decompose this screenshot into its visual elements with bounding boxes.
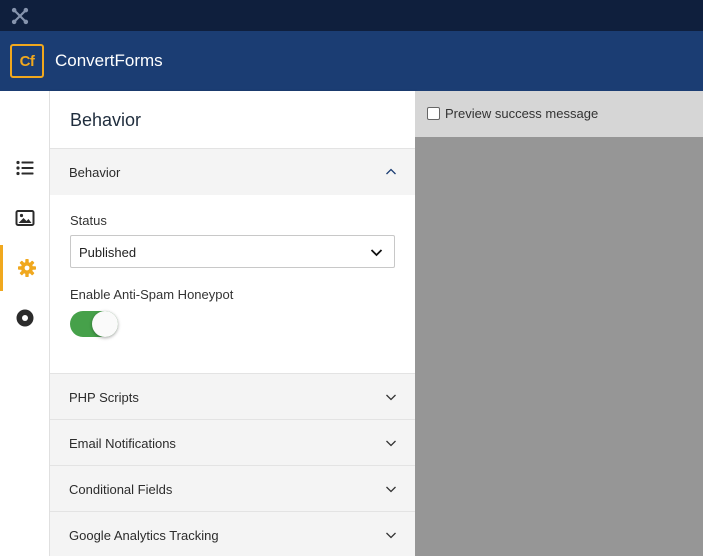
image-icon	[15, 210, 35, 226]
status-value: Published	[79, 245, 137, 260]
section-email-notifications[interactable]: Email Notifications	[50, 420, 415, 466]
chevron-down-icon	[386, 532, 396, 539]
section-conditional-fields[interactable]: Conditional Fields	[50, 466, 415, 512]
joomla-icon[interactable]	[11, 7, 29, 25]
app-header: Cf ConvertForms	[0, 31, 703, 91]
preview-success-label[interactable]: Preview success message	[445, 106, 598, 121]
section-behavior-body: Status Published Enable Anti-Spam Honeyp…	[50, 195, 415, 374]
chevron-down-icon	[386, 394, 396, 401]
section-label: Behavior	[69, 165, 121, 180]
section-google-analytics[interactable]: Google Analytics Tracking	[50, 512, 415, 556]
panel-title: Behavior	[50, 91, 415, 149]
status-select[interactable]: Published	[70, 235, 395, 268]
chevron-up-icon	[386, 168, 396, 175]
sidebar	[0, 91, 50, 556]
top-bar	[0, 0, 703, 31]
section-php-scripts[interactable]: PHP Scripts	[50, 374, 415, 420]
section-label: PHP Scripts	[69, 390, 139, 405]
chevron-down-icon	[386, 486, 396, 493]
section-behavior-header[interactable]: Behavior	[50, 149, 415, 195]
toggle-knob	[92, 311, 118, 337]
honeypot-toggle[interactable]	[70, 311, 118, 337]
settings-panel: Behavior Behavior Status Published Enabl…	[50, 91, 415, 556]
chevron-down-icon	[370, 249, 383, 257]
sidebar-item-behavior[interactable]	[0, 245, 50, 291]
status-label: Status	[70, 213, 107, 228]
section-label: Google Analytics Tracking	[69, 528, 219, 543]
preview-success-checkbox[interactable]	[427, 107, 440, 120]
brand-name: ConvertForms	[55, 51, 163, 70]
preview-toolbar: Preview success message	[415, 91, 703, 137]
sidebar-item-fields[interactable]	[0, 145, 50, 191]
convertforms-logo[interactable]: Cf	[10, 44, 44, 78]
sidebar-item-other[interactable]	[0, 295, 50, 341]
gear-icon	[17, 259, 36, 277]
honeypot-label: Enable Anti-Spam Honeypot	[70, 287, 234, 302]
preview-canvas	[415, 137, 703, 556]
list-icon	[16, 160, 34, 176]
logo-text: Cf	[19, 52, 35, 70]
section-label: Email Notifications	[69, 436, 176, 451]
section-label: Conditional Fields	[69, 482, 173, 497]
sidebar-item-design[interactable]	[0, 195, 50, 241]
chevron-down-icon	[386, 440, 396, 447]
circle-dot-icon	[16, 309, 34, 327]
